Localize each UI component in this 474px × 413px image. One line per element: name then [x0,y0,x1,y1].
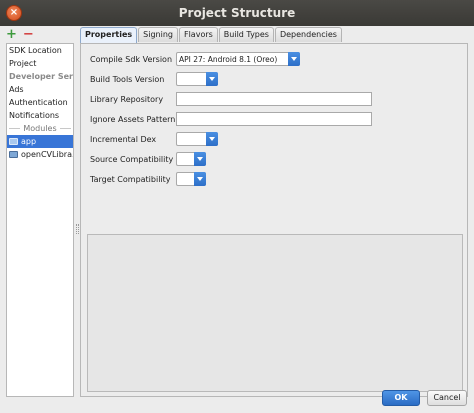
row-target-compatibility: Target Compatibility [90,171,460,187]
tab-bar: Properties Signing Flavors Build Types D… [80,27,342,43]
sidebar-item-developer-services: Developer Serv... [9,72,73,81]
compile-sdk-value: API 27: Android 8.1 (Oreo) [179,54,278,64]
sidebar-item-project[interactable]: Project [7,57,73,70]
source-compatibility-label: Source Compatibility [90,154,174,164]
tab-flavors[interactable]: Flavors [178,27,218,42]
build-tools-select[interactable] [176,71,218,86]
module-icon [9,138,18,145]
tab-build-types[interactable]: Build Types [218,27,274,42]
chevron-down-icon[interactable] [194,151,206,166]
target-compatibility-select[interactable] [176,171,206,186]
title-bar: × Project Structure [0,0,474,26]
sidebar-item-sdk-location[interactable]: SDK Location [7,44,73,57]
remove-icon[interactable]: − [23,28,34,42]
row-source-compatibility: Source Compatibility [90,151,460,167]
module-icon [9,151,18,158]
chevron-down-icon[interactable] [288,51,300,66]
module-label: openCVLibra... [21,150,73,159]
splitter-handle[interactable] [76,224,79,234]
chevron-down-icon[interactable] [194,171,206,186]
sidebar-item-module-app[interactable]: app [7,135,73,148]
properties-panel: Compile Sdk Version API 27: Android 8.1 … [80,43,468,397]
tab-dependencies[interactable]: Dependencies [274,27,342,42]
target-compatibility-label: Target Compatibility [90,174,171,184]
sidebar-item-ads[interactable]: Ads [7,83,73,96]
compile-sdk-label: Compile Sdk Version [90,54,173,64]
sidebar-toolbar: + − [6,28,34,42]
build-tools-label: Build Tools Version [90,74,165,84]
chevron-down-icon[interactable] [206,71,218,86]
sidebar-item-notifications[interactable]: Notifications [7,109,73,122]
tab-signing[interactable]: Signing [138,27,178,42]
library-repository-label: Library Repository [90,94,164,104]
source-compatibility-select[interactable] [176,151,206,166]
chevron-down-icon[interactable] [206,131,218,146]
close-icon[interactable]: × [6,5,22,21]
sidebar-item-authentication[interactable]: Authentication [7,96,73,109]
row-incremental-dex: Incremental Dex [90,131,460,147]
dialog-body: + − SDK Location Project Developer Serv.… [0,26,474,413]
tab-properties[interactable]: Properties [80,27,138,43]
add-icon[interactable]: + [6,28,17,42]
incremental-dex-select[interactable] [176,131,218,146]
library-repository-input[interactable] [176,92,372,106]
window-title: Project Structure [178,6,296,20]
separator-line [59,128,72,129]
row-library-repository: Library Repository [90,91,460,107]
compile-sdk-select[interactable]: API 27: Android 8.1 (Oreo) [176,51,300,66]
row-build-tools: Build Tools Version [90,71,460,87]
separator-line [9,128,21,129]
ok-button[interactable]: OK [382,390,420,406]
modules-header: Modules [23,124,57,133]
modules-separator: Modules [7,122,73,135]
incremental-dex-label: Incremental Dex [90,134,157,144]
module-label: app [21,137,37,146]
ignore-assets-label: Ignore Assets Pattern [90,114,176,124]
ignore-assets-input[interactable] [176,112,372,126]
sidebar: SDK Location Project Developer Serv... A… [6,43,74,397]
details-panel [87,234,463,392]
cancel-button[interactable]: Cancel [427,390,467,406]
row-ignore-assets: Ignore Assets Pattern [90,111,460,127]
sidebar-item-module-opencv[interactable]: openCVLibra... [7,148,73,161]
row-compile-sdk: Compile Sdk Version API 27: Android 8.1 … [90,51,460,67]
